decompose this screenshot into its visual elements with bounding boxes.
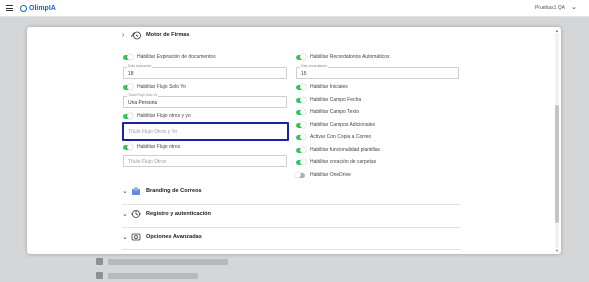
toggle-campo-fecha[interactable] — [296, 97, 306, 103]
toggle-flujo-otros[interactable] — [123, 144, 133, 150]
toggle-carpetas[interactable] — [296, 159, 306, 165]
divider — [122, 204, 460, 205]
titulo-flujo-otros-y-yo-input[interactable]: Título Flujo Otros y Yo — [122, 122, 289, 141]
logo-text: OlimpIA — [29, 4, 56, 12]
chevron-down-icon[interactable]: ⌄ — [571, 3, 577, 11]
toggle-onedrive[interactable] — [295, 172, 305, 178]
field-value: 18 — [128, 71, 134, 77]
chevron-down-icon: ⌄ — [122, 188, 128, 195]
titulo-flujo-otros-input[interactable]: Título Flujo Otros — [123, 155, 287, 167]
section-branding-correos[interactable]: ⌄ Branding de Correos — [122, 186, 202, 196]
toggle-campos-adicionales-label: Habilitar Campos Adicionales — [310, 122, 376, 128]
chevron-down-icon: ⌄ — [122, 211, 128, 218]
toggle-flujo-otros-label: Habilitar Flujo otros — [137, 144, 181, 150]
registration-icon — [131, 210, 141, 218]
section-motor-firmas[interactable]: › Motor de Firmas — [122, 30, 190, 40]
advanced-options-icon — [131, 233, 141, 241]
toggle-onedrive-label: Habilitar OneDrive — [310, 172, 351, 178]
hamburger-menu-icon[interactable] — [6, 5, 13, 11]
field-placeholder: Título Flujo Otros — [128, 159, 167, 165]
toggle-copia-correo[interactable] — [296, 134, 306, 140]
background-icon — [96, 272, 103, 279]
section-opciones-avanzadas[interactable]: ⌄ Opciones Avanzadas — [122, 232, 202, 242]
dias-recordatorio-input[interactable]: Días recordatorio 15 — [296, 64, 459, 79]
scrollbar-thumb[interactable] — [555, 105, 559, 223]
signature-engine-icon — [130, 31, 141, 40]
toggle-campo-texto-label: Habilitar Campo Texto — [310, 109, 360, 115]
toggle-campo-texto[interactable] — [296, 109, 306, 115]
toggle-flujo-solo-yo-label: Habilitar Flujo Solo Yo — [137, 84, 186, 90]
toggle-carpetas-label: Habilitar creación de carpetas — [310, 159, 377, 165]
toggle-iniciales[interactable] — [296, 84, 306, 90]
field-label: Días recordatorio — [300, 64, 329, 68]
toggle-recordatorios-label: Habilitar Recordatorios Automáticos — [310, 54, 390, 60]
section-title: Branding de Correos — [146, 188, 202, 194]
toggle-flujo-solo-yo[interactable] — [123, 84, 133, 90]
toggle-expiracion-label: Habilitar Expiración de documentos — [137, 54, 216, 60]
chevron-down-icon: ⌄ — [122, 234, 128, 241]
dias-expiracion-input[interactable]: Días expiración 18 — [123, 64, 287, 79]
branding-icon — [132, 187, 140, 195]
toggle-iniciales-label: Habilitar Iniciales — [310, 84, 348, 90]
field-label: Días expiración — [127, 64, 153, 68]
toggle-campos-adicionales[interactable] — [296, 122, 306, 128]
user-name[interactable]: Pruebas1 QA — [535, 5, 565, 11]
divider — [122, 249, 460, 250]
top-app-bar: OlimpIA Pruebas1 QA ⌄ — [0, 0, 589, 17]
toggle-flujo-otros-y-yo[interactable] — [123, 113, 133, 119]
field-value: Una Persona — [128, 100, 158, 106]
background-row — [108, 273, 198, 279]
logo-mark-icon — [20, 4, 27, 12]
divider — [122, 227, 460, 228]
section-title: Opciones Avanzadas — [146, 234, 202, 240]
toggle-campo-fecha-label: Habilitar Campo Fecha — [310, 97, 362, 103]
field-label: Título Flujo Solo Yo — [127, 93, 159, 97]
background-icon — [96, 258, 103, 265]
scroll-down-icon[interactable]: ▼ — [555, 248, 559, 253]
toggle-recordatorios[interactable] — [296, 54, 306, 60]
section-title: Registro y autenticación — [146, 211, 211, 217]
section-title: Motor de Firmas — [146, 32, 190, 38]
toggle-plantillas[interactable] — [296, 147, 306, 153]
section-registro-autenticacion[interactable]: ⌄ Registro y autenticación — [122, 209, 211, 219]
background-row — [108, 259, 228, 265]
field-placeholder: Título Flujo Otros y Yo — [128, 129, 178, 135]
field-value: 15 — [301, 71, 307, 77]
toggle-plantillas-label: Habilitar funcionalidad plantillas — [310, 147, 381, 153]
chevron-right-icon: › — [122, 31, 125, 39]
toggle-flujo-otros-y-yo-label: Habilitar Flujo otros y yo — [137, 113, 191, 119]
settings-modal: ▲ ▼ › Motor de Firmas Habilitar Expiraci… — [27, 27, 561, 254]
toggle-copia-correo-label: Activar Con Copia a Correo — [310, 134, 372, 140]
titulo-flujo-solo-yo-input[interactable]: Título Flujo Solo Yo Una Persona — [123, 93, 287, 108]
toggle-expiracion[interactable] — [123, 54, 133, 60]
app-logo[interactable]: OlimpIA — [20, 3, 56, 13]
